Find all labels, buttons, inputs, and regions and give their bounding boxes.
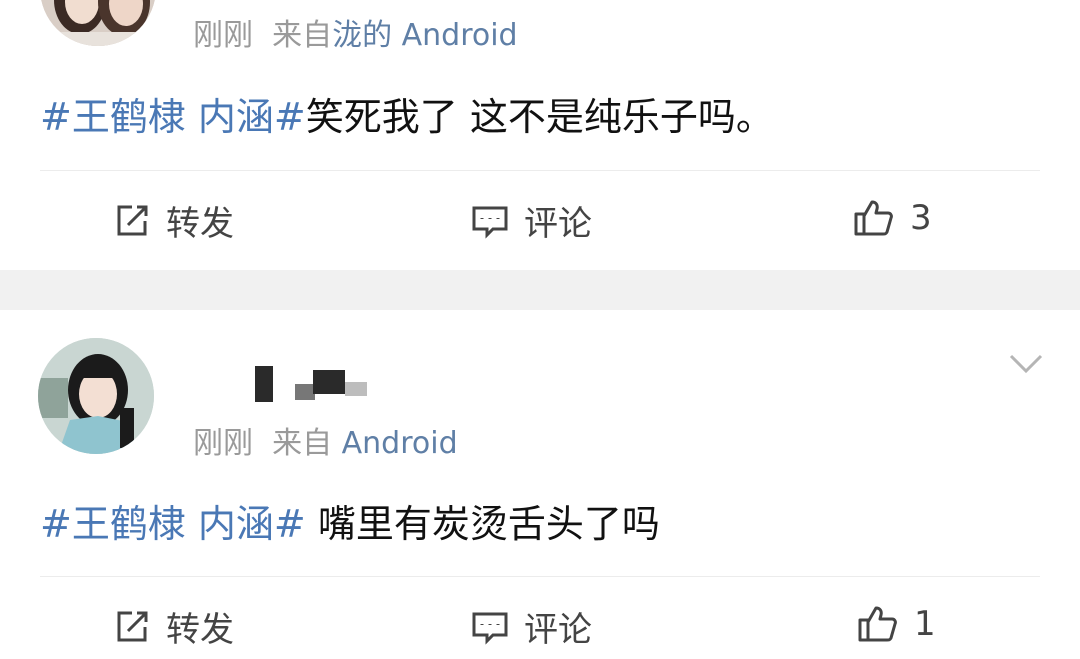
comment-button[interactable]: 评论 <box>470 196 592 245</box>
post-meta: 刚刚 来自泷的 Android <box>193 10 518 54</box>
avatar[interactable] <box>38 338 154 454</box>
like-count: 3 <box>910 198 932 238</box>
chevron-down-icon[interactable] <box>1008 352 1044 376</box>
post-meta: 刚刚 来自 Android <box>193 418 458 462</box>
thumbs-up-icon <box>856 602 900 646</box>
post-device[interactable]: Android <box>342 426 458 461</box>
repost-icon <box>112 607 152 647</box>
divider <box>40 170 1040 171</box>
comment-label: 评论 <box>524 204 592 244</box>
post-text: 笑死我了 这不是纯乐子吗。 <box>305 95 774 139</box>
repost-icon <box>112 201 152 241</box>
avatar[interactable] <box>40 0 156 46</box>
repost-button[interactable]: 转发 <box>112 602 234 651</box>
divider <box>40 576 1040 577</box>
post-content: #王鹤棣 内涵#笑死我了 这不是纯乐子吗。 <box>40 86 774 141</box>
post-card: 刚刚 来自泷的 Android #王鹤棣 内涵#笑死我了 这不是纯乐子吗。 转发… <box>0 0 1080 270</box>
post-source: 来自 <box>272 18 333 53</box>
like-button[interactable]: 1 <box>856 602 936 646</box>
post-content: #王鹤棣 内涵# 嘴里有炭烫舌头了吗 <box>40 493 660 548</box>
repost-label: 转发 <box>166 204 234 244</box>
post-device[interactable]: 泷的 Android <box>332 18 518 53</box>
comment-label: 评论 <box>524 610 592 650</box>
like-count: 1 <box>914 604 936 644</box>
hashtag-link[interactable]: #王鹤棣 内涵# <box>40 502 306 546</box>
username-redacted <box>255 366 370 402</box>
repost-button[interactable]: 转发 <box>112 196 234 245</box>
hashtag-link[interactable]: #王鹤棣 内涵# <box>40 95 306 139</box>
repost-label: 转发 <box>166 610 234 650</box>
post-time: 刚刚 <box>193 426 253 461</box>
post-text: 嘴里有炭烫舌头了吗 <box>305 502 660 546</box>
thumbs-up-icon <box>852 196 896 240</box>
like-button[interactable]: 3 <box>852 196 932 240</box>
post-card: 刚刚 来自 Android #王鹤棣 内涵# 嘴里有炭烫舌头了吗 转发 评论 1 <box>0 310 1080 659</box>
post-time: 刚刚 <box>193 18 253 53</box>
post-source: 来自 <box>272 426 333 461</box>
post-separator <box>0 270 1080 310</box>
comment-button[interactable]: 评论 <box>470 602 592 651</box>
comment-icon <box>470 201 510 241</box>
comment-icon <box>470 607 510 647</box>
